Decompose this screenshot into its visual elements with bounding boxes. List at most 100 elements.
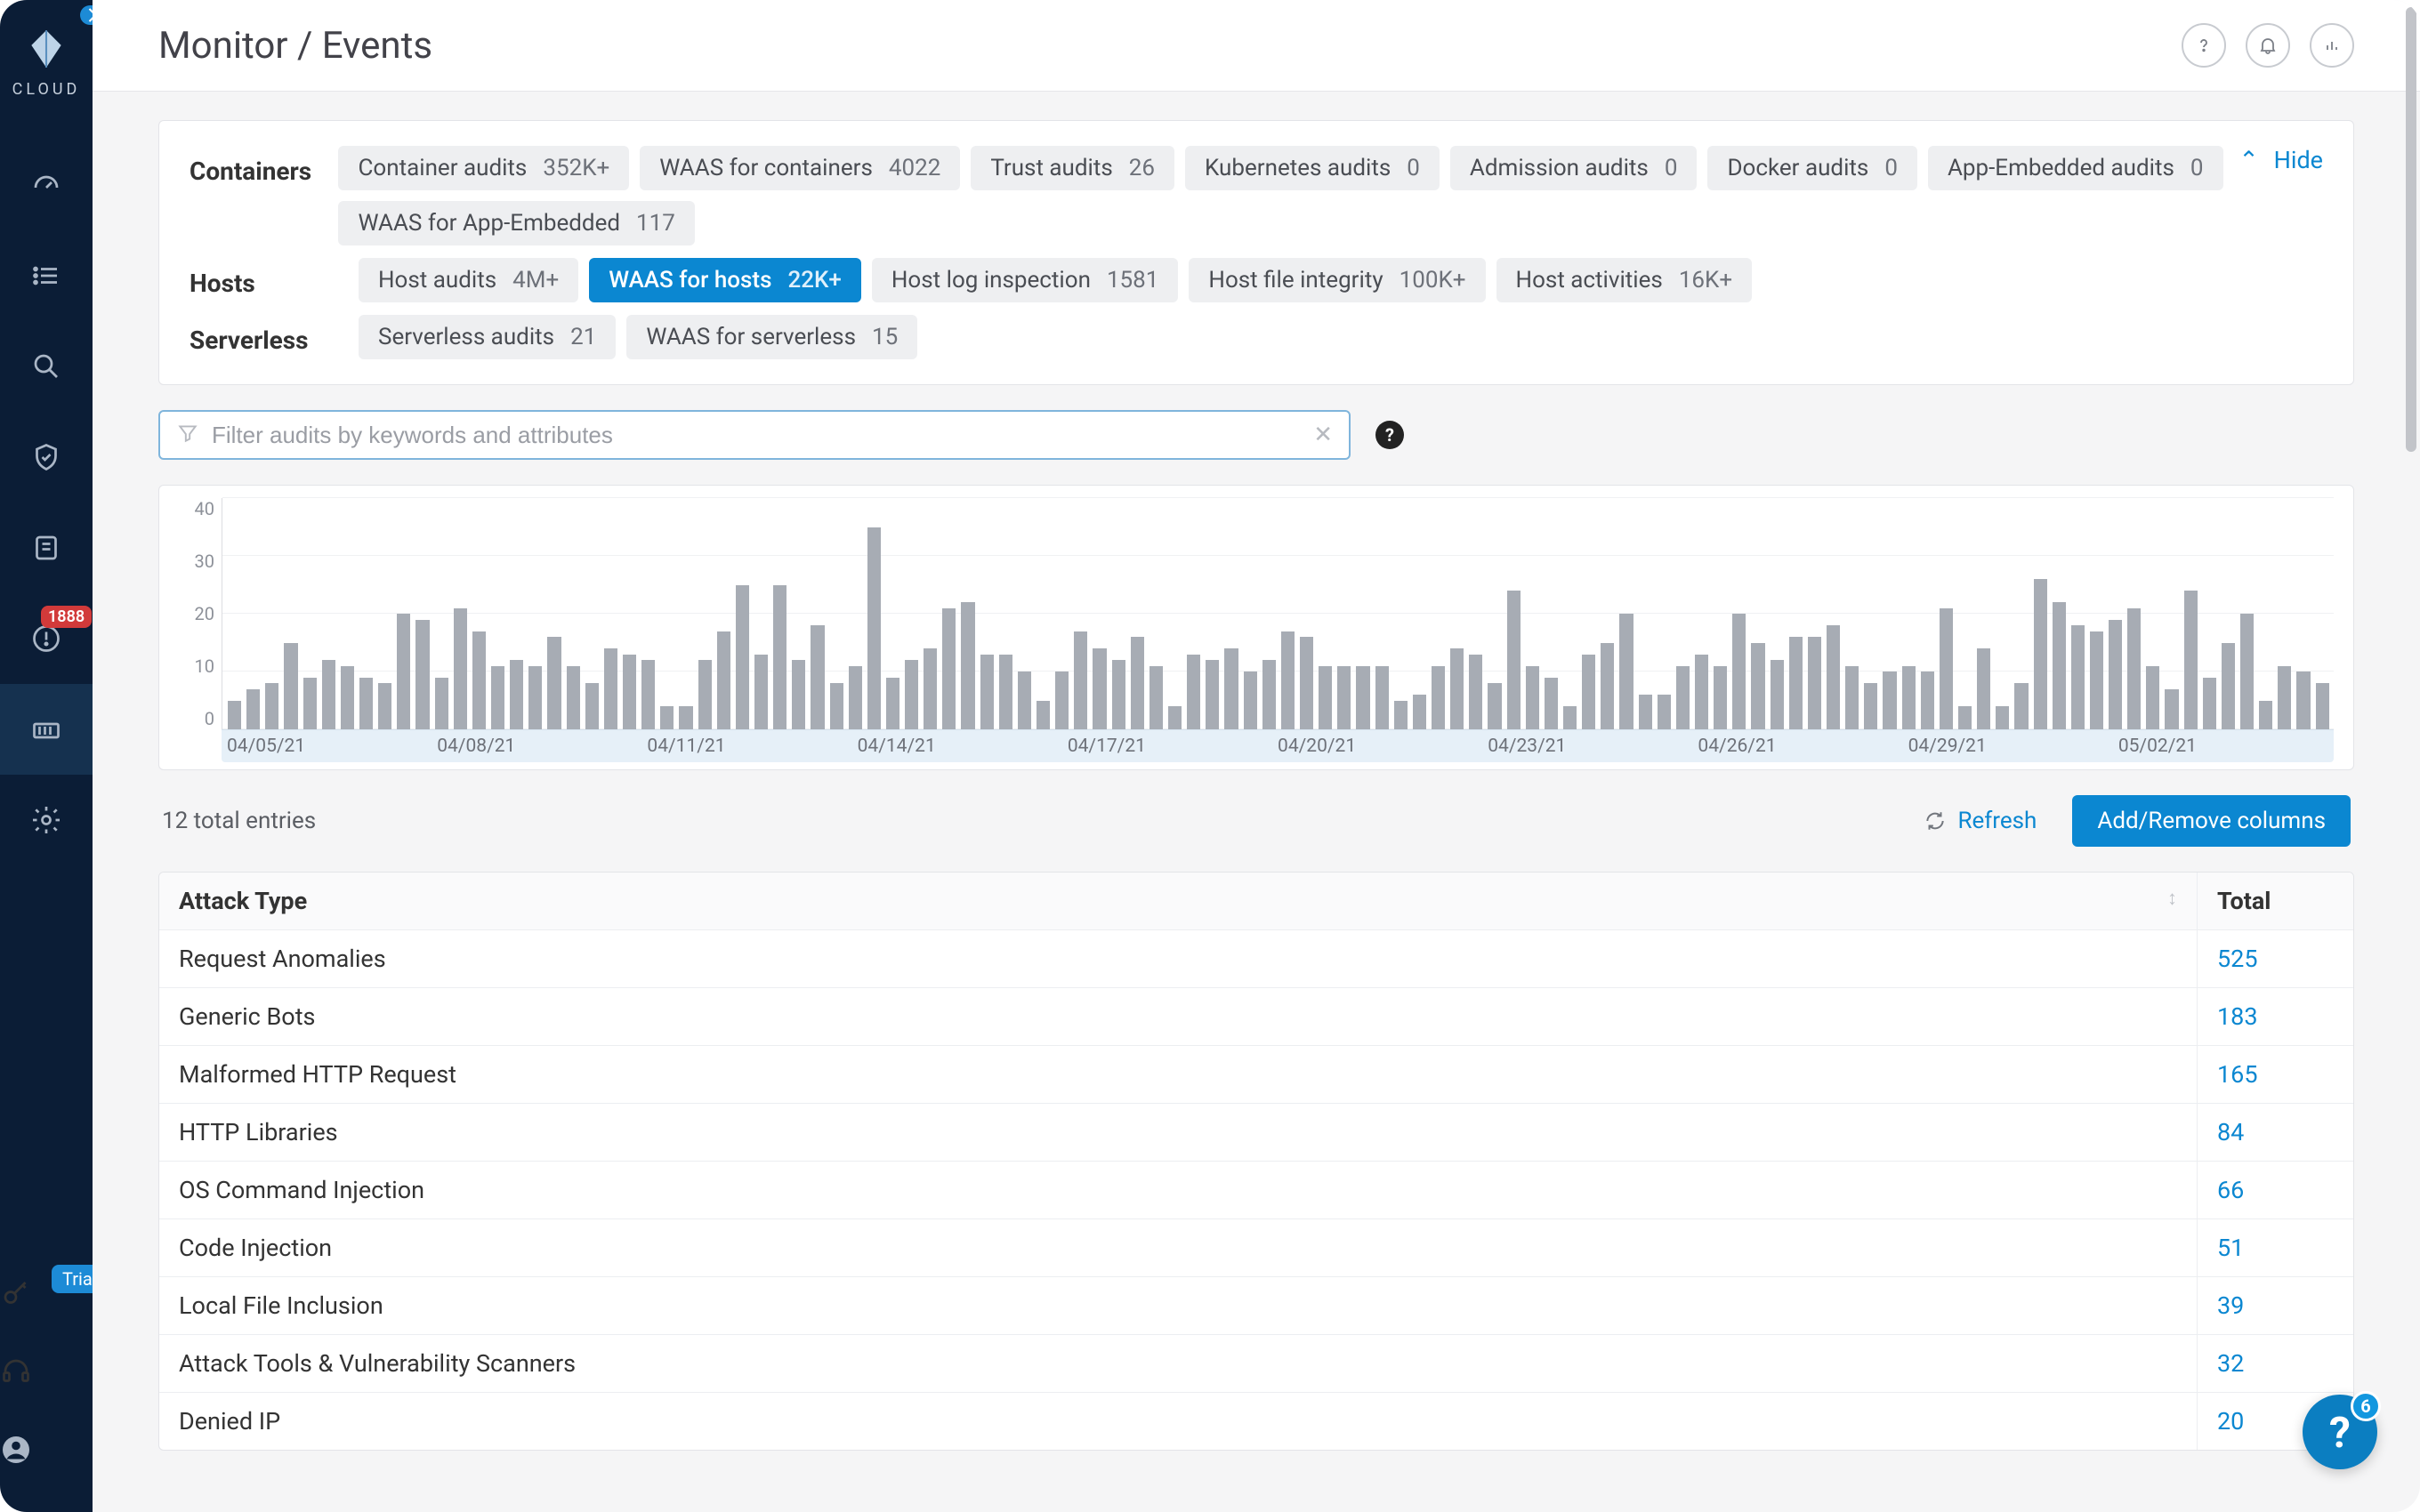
cell-total[interactable]: 183 [2197, 988, 2353, 1045]
chart-bar[interactable] [1093, 648, 1106, 729]
chart-bar[interactable] [528, 666, 542, 730]
chart-bar[interactable] [1432, 666, 1445, 730]
chart-bar[interactable] [397, 614, 410, 729]
chart-bar[interactable] [415, 620, 429, 730]
chart-bar[interactable] [1582, 655, 1595, 730]
chart-bar[interactable] [1921, 672, 1934, 729]
chart-bar[interactable] [811, 625, 824, 729]
chart-bar[interactable] [1055, 672, 1069, 729]
chart-bar[interactable] [698, 660, 712, 729]
search-help-button[interactable]: ? [1375, 421, 1404, 449]
nav-compliance[interactable] [0, 412, 93, 503]
chart-bar[interactable] [2278, 666, 2291, 730]
chart-bar[interactable] [1300, 637, 1313, 729]
chart-bar[interactable] [604, 648, 617, 729]
chart-bar[interactable] [1131, 637, 1144, 729]
scrollbar-thumb[interactable] [2406, 7, 2416, 452]
chart-bar[interactable] [1337, 666, 1351, 730]
chart-bar[interactable] [1601, 643, 1614, 730]
chart-bar[interactable] [1488, 683, 1501, 729]
filter-pill[interactable]: App-Embedded audits0 [1928, 146, 2223, 190]
cell-total[interactable]: 51 [2197, 1219, 2353, 1276]
chart-bar[interactable] [773, 585, 786, 730]
nav-trial[interactable]: Trial [0, 1277, 93, 1355]
chart-bar[interactable] [1037, 701, 1050, 730]
chart-bar[interactable] [1526, 666, 1539, 730]
chart-bar[interactable] [2240, 614, 2254, 729]
filter-pill[interactable]: Host audits4M+ [359, 258, 578, 302]
chart-bar[interactable] [980, 655, 994, 730]
filter-pill[interactable]: Trust audits26 [971, 146, 1174, 190]
chart-bar[interactable] [1281, 631, 1295, 730]
chart-bar[interactable] [378, 683, 391, 729]
chart-bar[interactable] [2165, 689, 2178, 730]
chart-bar[interactable] [1658, 695, 1671, 729]
chart-bar[interactable] [1206, 660, 1219, 729]
chart-bar[interactable] [1507, 591, 1521, 729]
column-attack-type[interactable]: Attack Type ↕ [159, 873, 2197, 929]
chart-bar[interactable] [246, 689, 260, 730]
chart-bar[interactable] [1356, 666, 1369, 730]
nav-search[interactable] [0, 321, 93, 412]
chart-bar[interactable] [641, 660, 655, 729]
chart-bar[interactable] [1789, 637, 1803, 729]
chart-bar[interactable] [284, 643, 297, 730]
chart-bar[interactable] [510, 660, 523, 729]
chart-bar[interactable] [2146, 666, 2159, 730]
chart-bar[interactable] [228, 701, 241, 730]
chart-bar[interactable] [1639, 695, 1652, 729]
table-row[interactable]: Code Injection51 [159, 1219, 2353, 1277]
chart-bar[interactable] [1224, 648, 1238, 729]
chart-bar[interactable] [1940, 608, 1953, 730]
chart-bar[interactable] [1732, 614, 1746, 729]
search-input[interactable] [212, 422, 1313, 449]
chart-bar[interactable] [2184, 591, 2198, 729]
chart-bar[interactable] [435, 678, 448, 730]
nav-monitor[interactable] [0, 684, 93, 775]
chart-bar[interactable] [2014, 683, 2028, 729]
filter-pill[interactable]: Admission audits0 [1450, 146, 1698, 190]
chart-bar[interactable] [265, 683, 278, 729]
chart-bar[interactable] [1394, 701, 1408, 730]
chart-bar[interactable] [2316, 683, 2329, 729]
table-row[interactable]: Local File Inclusion39 [159, 1277, 2353, 1335]
refresh-button[interactable]: Refresh [1924, 808, 2037, 834]
filter-pill[interactable]: Serverless audits21 [359, 315, 616, 359]
chart-bar[interactable] [2034, 579, 2047, 729]
nav-user[interactable] [0, 1434, 93, 1512]
hide-filters-link[interactable]: ⌃ Hide [2238, 146, 2323, 174]
chart-bar[interactable] [717, 631, 730, 730]
nav-inventory[interactable] [0, 230, 93, 321]
filter-pill[interactable]: Host log inspection1581 [872, 258, 1179, 302]
floating-help-button[interactable]: ? 6 [2303, 1395, 2377, 1469]
chart-bar[interactable] [2053, 602, 2066, 729]
chart-bar[interactable] [1771, 660, 1784, 729]
chart-bar[interactable] [1112, 660, 1125, 729]
chart-bar[interactable] [491, 666, 504, 730]
chart-bar[interactable] [660, 706, 674, 729]
filter-pill[interactable]: WAAS for App-Embedded117 [338, 201, 694, 245]
chart-bar[interactable] [1150, 666, 1163, 730]
table-row[interactable]: Denied IP20 [159, 1393, 2353, 1450]
table-row[interactable]: HTTP Libraries84 [159, 1104, 2353, 1162]
analytics-button[interactable] [2310, 23, 2354, 68]
chart-bar[interactable] [1827, 625, 1840, 729]
chart-bar[interactable] [1074, 631, 1087, 730]
chart-bar[interactable] [905, 660, 918, 729]
cell-total[interactable]: 84 [2197, 1104, 2353, 1161]
chart-bar[interactable] [792, 660, 805, 729]
search-box[interactable]: ✕ [158, 410, 1351, 460]
chart-bar[interactable] [322, 660, 335, 729]
column-total[interactable]: Total [2197, 873, 2353, 929]
cell-total[interactable]: 165 [2197, 1046, 2353, 1103]
notifications-button[interactable] [2246, 23, 2290, 68]
chart-bar[interactable] [2127, 608, 2141, 730]
table-row[interactable]: Attack Tools & Vulnerability Scanners32 [159, 1335, 2353, 1393]
chart-bar[interactable] [849, 666, 862, 730]
chart-bar[interactable] [547, 637, 561, 729]
chart-bar[interactable] [623, 655, 636, 730]
nav-dashboard[interactable] [0, 140, 93, 230]
chart-bar[interactable] [585, 683, 599, 729]
chart-bar[interactable] [1977, 648, 1990, 729]
chart-bar[interactable] [1187, 655, 1200, 730]
